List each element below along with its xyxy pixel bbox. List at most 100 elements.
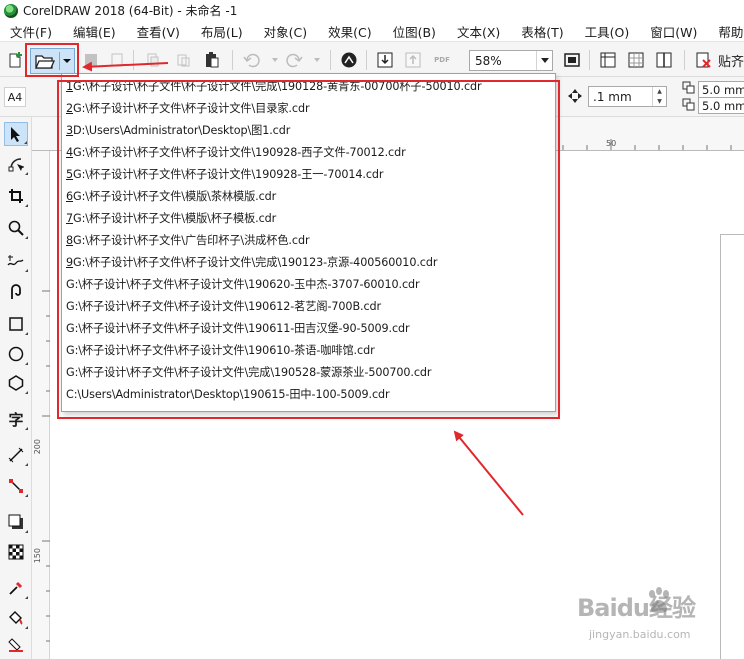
full-screen-icon — [564, 53, 580, 67]
new-document-button[interactable] — [4, 49, 26, 71]
watermark-brand-text: Baidu经验 — [577, 594, 696, 622]
magnifier-icon — [8, 220, 24, 236]
flyout-indicator — [25, 236, 28, 239]
flyout-indicator — [25, 269, 28, 272]
export-button[interactable] — [402, 49, 424, 71]
zoom-dropdown-button[interactable] — [536, 51, 552, 70]
undo-icon — [243, 53, 260, 68]
close-doc-button[interactable] — [106, 49, 128, 71]
interactive-fill-tool[interactable] — [4, 606, 28, 630]
duplicate-distance-x-input[interactable]: 5.0 mm — [698, 81, 744, 98]
shape-node-icon — [8, 158, 24, 172]
ruler-icon — [600, 52, 616, 68]
ellipse-icon — [8, 346, 24, 362]
connector-tool[interactable] — [4, 474, 28, 498]
show-rulers-button[interactable] — [597, 49, 619, 71]
parallel-dimension-tool[interactable] — [4, 443, 28, 467]
coreldraw-app-icon — [4, 3, 18, 18]
undo-button[interactable] — [241, 49, 263, 71]
vertical-ruler-ticks — [42, 290, 50, 642]
show-grid-button[interactable] — [625, 49, 647, 71]
document-icon — [111, 53, 123, 67]
menu-edit[interactable]: 编辑(E) — [63, 22, 127, 41]
polygon-tool[interactable] — [4, 371, 28, 395]
shape-tool[interactable] — [4, 152, 28, 176]
freehand-tool[interactable] — [4, 249, 28, 273]
menu-tools[interactable]: 工具(O) — [575, 22, 641, 41]
menu-layout[interactable]: 布局(L) — [191, 22, 254, 41]
full-screen-preview-button[interactable] — [561, 49, 583, 71]
paste-button[interactable] — [201, 49, 223, 71]
text-tool-icon: 字 — [8, 410, 24, 429]
save-button[interactable] — [80, 49, 102, 71]
snap-off-icon — [696, 52, 711, 68]
publish-pdf-button[interactable]: PDF — [431, 49, 453, 71]
redo-dropdown[interactable] — [306, 49, 328, 71]
toolbox: 字 — [0, 117, 32, 659]
ellipse-tool[interactable] — [4, 342, 28, 366]
nudge-spinner[interactable]: ▲ ▼ — [652, 87, 666, 106]
color-eyedropper-tool[interactable] — [4, 576, 28, 600]
page-size-select[interactable]: A4 — [4, 87, 26, 107]
connector-icon — [9, 479, 23, 493]
drop-shadow-tool[interactable] — [4, 510, 28, 534]
text-tool[interactable]: 字 — [4, 407, 28, 431]
cut-button[interactable] — [142, 49, 164, 71]
watermark-url: jingyan.baidu.com — [589, 628, 691, 641]
pick-tool[interactable] — [4, 122, 28, 146]
duplicate-y-icon — [682, 98, 695, 111]
import-button[interactable] — [374, 49, 396, 71]
crop-tool[interactable] — [4, 184, 28, 208]
paint-bucket-icon — [9, 611, 23, 625]
menu-view[interactable]: 查看(V) — [127, 22, 191, 41]
snap-to-button[interactable]: 贴齐 — [718, 51, 744, 70]
paste-icon — [206, 52, 219, 68]
ruler-label-200: 200 — [33, 439, 42, 455]
flyout-indicator — [25, 332, 28, 335]
artistic-media-tool[interactable] — [4, 280, 28, 304]
menu-object[interactable]: 对象(C) — [254, 22, 318, 41]
menu-effects[interactable]: 效果(C) — [318, 22, 382, 41]
checkerboard-icon — [8, 544, 24, 560]
flyout-indicator — [25, 530, 28, 533]
polygon-icon — [8, 375, 24, 391]
copy-icon — [177, 54, 190, 67]
show-guidelines-button[interactable] — [653, 49, 675, 71]
redo-button[interactable] — [283, 49, 305, 71]
dimension-icon — [8, 447, 24, 463]
toolbar-separator — [133, 50, 134, 70]
chevron-down-icon — [314, 58, 320, 62]
redo-icon — [286, 53, 303, 68]
search-content-button[interactable] — [338, 49, 360, 71]
menu-help[interactable]: 帮助(H) — [708, 22, 744, 41]
nudge-distance-input[interactable]: .1 mm ▲ ▼ — [588, 86, 667, 107]
flyout-indicator — [25, 494, 28, 497]
nudge-distance-value: .1 mm — [593, 89, 632, 104]
menu-table[interactable]: 表格(T) — [511, 22, 574, 41]
grid-icon — [628, 52, 644, 68]
new-document-icon — [9, 52, 22, 68]
export-icon — [405, 52, 421, 68]
zoom-level-select[interactable]: 58% — [469, 50, 553, 71]
rectangle-icon — [9, 317, 23, 331]
drop-shadow-icon — [8, 514, 23, 529]
flyout-indicator — [25, 172, 28, 175]
flyout-indicator — [25, 204, 28, 207]
title-bar: CorelDRAW 2018 (64-Bit) - 未命名 -1 — [0, 0, 744, 21]
chevron-down-icon — [540, 58, 549, 63]
vertical-ruler[interactable]: 200 150 — [32, 151, 50, 659]
transparency-tool[interactable] — [4, 540, 28, 564]
flyout-indicator — [24, 141, 27, 144]
open-button-highlight-box — [25, 43, 79, 77]
menu-bitmaps[interactable]: 位图(B) — [383, 22, 447, 41]
menu-text[interactable]: 文本(X) — [447, 22, 511, 41]
copy-button[interactable] — [172, 49, 194, 71]
menu-window[interactable]: 窗口(W) — [640, 22, 708, 41]
zoom-tool[interactable] — [4, 216, 28, 240]
snap-off-button[interactable] — [692, 49, 714, 71]
recent-files-highlight-box — [57, 80, 560, 419]
rectangle-tool[interactable] — [4, 312, 28, 336]
duplicate-distance-y-input[interactable]: 5.0 mm — [698, 97, 744, 114]
menu-file[interactable]: 文件(F) — [0, 22, 63, 41]
smart-fill-tool[interactable] — [4, 633, 28, 657]
